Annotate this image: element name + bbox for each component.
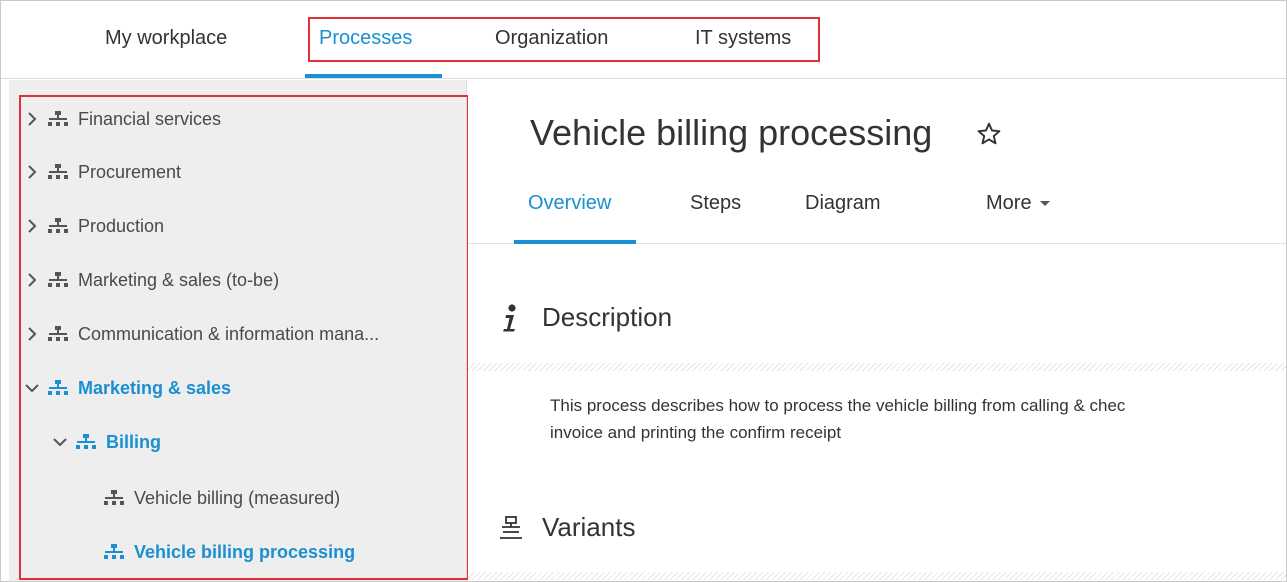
hierarchy-icon: [48, 218, 68, 233]
variants-icon: [500, 515, 522, 539]
chevron-down-icon[interactable]: [23, 379, 41, 397]
main-content: Vehicle billing processing Overview Step…: [468, 80, 1286, 581]
description-text: This process describes how to process th…: [550, 392, 1286, 446]
hierarchy-icon: [48, 111, 68, 126]
tab-more-label: More: [986, 192, 1032, 214]
chevron-down-icon[interactable]: [51, 433, 69, 451]
hierarchy-icon: [104, 490, 124, 505]
tab-diagram[interactable]: Diagram: [805, 192, 881, 215]
chevron-right-icon[interactable]: [23, 271, 41, 289]
tree-item-label: Procurement: [78, 161, 182, 182]
hierarchy-icon: [48, 164, 68, 179]
page-title: Vehicle billing processing: [530, 112, 933, 153]
caret-down-icon: [1039, 201, 1050, 207]
description-line-2: invoice and printing the confirm receipt: [550, 423, 842, 442]
tree-item-vehicle-billing-processing[interactable]: Vehicle billing processing: [103, 537, 355, 567]
top-navigation: My workplace Processes Organization IT s…: [1, 1, 1286, 79]
detail-tabs: Vehicle billing processing Overview Step…: [468, 80, 1286, 244]
tree-item-label: Billing: [106, 431, 161, 452]
tree-item-label: Financial services: [78, 108, 222, 129]
hierarchy-icon: [104, 544, 124, 559]
chevron-right-icon[interactable]: [23, 110, 41, 128]
hierarchy-icon: [48, 272, 68, 287]
tree-item-vehicle-billing-measured[interactable]: Vehicle billing (measured): [103, 483, 340, 513]
tree-item-financial-services[interactable]: Financial services: [23, 104, 221, 134]
tree-item-production[interactable]: Production: [23, 211, 164, 241]
hierarchy-icon: [76, 434, 96, 449]
tree-item-label: Marketing & sales: [78, 377, 232, 398]
app-window: My workplace Processes Organization IT s…: [0, 0, 1287, 582]
chevron-right-icon[interactable]: [23, 163, 41, 181]
description-line-1: This process describes how to process th…: [550, 396, 1126, 415]
description-heading-text: Description: [542, 302, 673, 332]
tab-my-workplace[interactable]: My workplace: [105, 27, 227, 50]
tree-item-marketing-sales-to-be[interactable]: Marketing & sales (to-be): [23, 265, 279, 295]
tabs-highlight-box: [308, 17, 820, 62]
chevron-right-icon[interactable]: [23, 217, 41, 235]
variants-heading: Variants: [498, 512, 635, 543]
section-divider: [468, 363, 1286, 371]
tab-more[interactable]: More: [986, 192, 1050, 215]
info-icon: [503, 303, 516, 331]
variants-heading-text: Variants: [542, 512, 636, 542]
tree-item-communication-information[interactable]: Communication & information mana...: [23, 319, 379, 349]
tab-steps[interactable]: Steps: [690, 192, 741, 215]
active-tab-indicator: [305, 74, 442, 78]
chevron-right-icon[interactable]: [23, 325, 41, 343]
tree-item-label: Communication & information mana...: [78, 323, 380, 344]
tab-overview[interactable]: Overview: [528, 192, 611, 215]
tree-item-procurement[interactable]: Procurement: [23, 157, 181, 187]
section-divider: [468, 572, 1286, 580]
process-tree-sidebar: Financial services Procurement Productio…: [9, 80, 469, 581]
hierarchy-icon: [48, 380, 68, 395]
description-heading: Description: [498, 302, 672, 333]
tree-item-label: Production: [78, 215, 165, 236]
star-outline-icon[interactable]: [976, 121, 1002, 147]
tree-item-label: Marketing & sales (to-be): [78, 269, 280, 290]
tree-item-label: Vehicle billing processing: [134, 541, 356, 562]
tree-item-marketing-sales[interactable]: Marketing & sales: [23, 373, 231, 403]
tree-item-billing[interactable]: Billing: [51, 427, 161, 457]
active-subtab-indicator: [514, 240, 636, 244]
hierarchy-icon: [48, 326, 68, 341]
tree-item-label: Vehicle billing (measured): [134, 487, 341, 508]
